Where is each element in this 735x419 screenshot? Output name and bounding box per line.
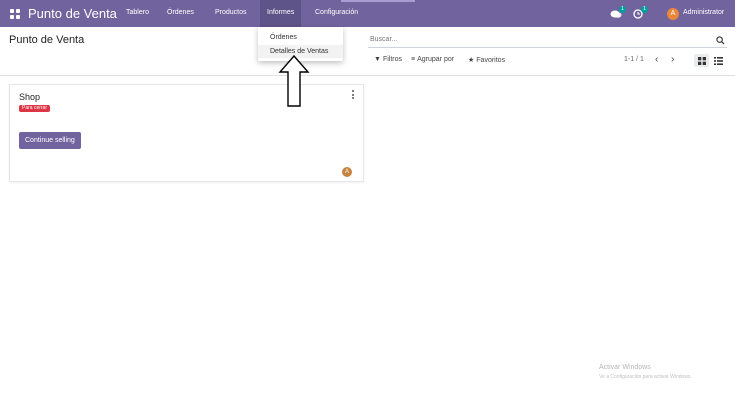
dropdown-item-ordenes[interactable]: Órdenes	[258, 31, 343, 44]
card-title: Shop	[19, 92, 41, 102]
favorites-button[interactable]: ★ Favoritos	[468, 56, 505, 64]
more-options-icon[interactable]	[351, 90, 355, 99]
search-input[interactable]	[370, 36, 710, 43]
chevron-right-icon[interactable]: ›	[671, 55, 674, 65]
windows-activation-subtitle: Ve a Configuración para activar Windows.	[599, 374, 692, 380]
activities-count-badge: 1	[641, 6, 648, 13]
star-icon: ★	[468, 57, 475, 64]
pos-config-card[interactable]: Shop Para cerrar Continue selling A	[9, 84, 364, 182]
search-icon[interactable]	[716, 36, 725, 45]
messages-count-badge: 1	[619, 6, 626, 13]
app-title[interactable]: Punto de Venta	[28, 6, 117, 21]
kanban-view-icon[interactable]	[694, 54, 709, 67]
chevron-left-icon[interactable]: ‹	[655, 55, 658, 65]
apps-menu-icon[interactable]	[10, 9, 20, 19]
status-badge: Para cerrar	[19, 105, 51, 112]
search-bar	[368, 34, 727, 48]
windows-activation-title: Activar Windows	[599, 364, 651, 371]
favorites-label: Favoritos	[476, 57, 506, 64]
group-by-label: Agrupar por	[417, 56, 455, 63]
menu-item-configuracion[interactable]: Configuración	[315, 9, 358, 16]
group-by-icon: ≡	[411, 56, 416, 63]
menu-item-tablero[interactable]: Tablero	[126, 9, 149, 16]
menu-item-ordenes[interactable]: Órdenes	[167, 9, 194, 16]
page-title: Punto de Venta	[9, 34, 85, 46]
annotation-arrow-icon	[278, 55, 310, 107]
filters-button[interactable]: ▼ Filtros	[374, 56, 402, 63]
pager-value[interactable]: 1-1 / 1	[624, 56, 644, 63]
group-by-button[interactable]: ≡ Agrupar por	[411, 56, 454, 63]
filter-icon: ▼	[374, 56, 381, 63]
menu-item-productos[interactable]: Productos	[215, 9, 247, 16]
continue-selling-button[interactable]: Continue selling	[19, 132, 81, 149]
card-avatar: A	[342, 167, 352, 177]
filters-label: Filtros	[382, 56, 402, 63]
navbar-accent	[341, 0, 415, 2]
list-view-icon[interactable]	[711, 54, 726, 67]
menu-item-informes[interactable]: Informes	[260, 0, 302, 27]
control-panel-divider	[0, 75, 735, 76]
user-avatar[interactable]: A	[667, 8, 679, 20]
user-name[interactable]: Administrator	[683, 9, 724, 16]
top-navbar: Punto de Venta Tablero Órdenes Productos…	[0, 0, 735, 27]
